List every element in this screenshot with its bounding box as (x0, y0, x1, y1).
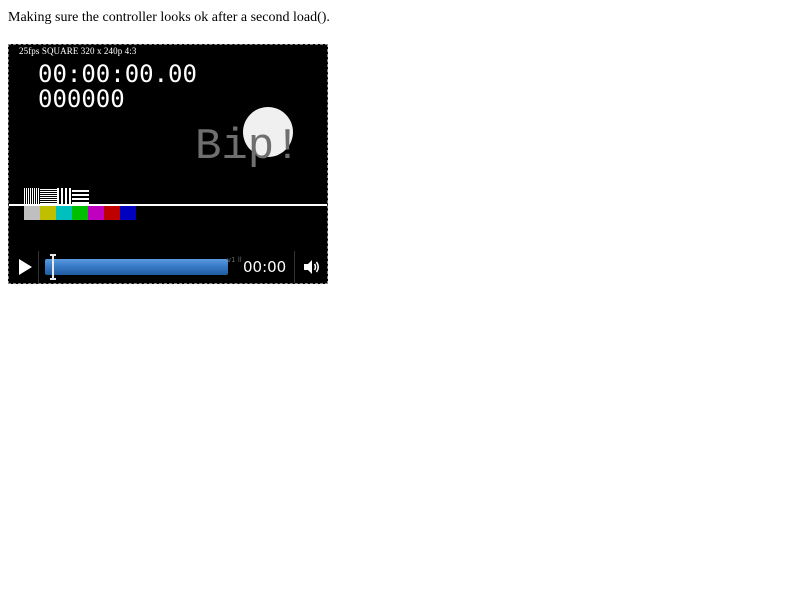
play-icon (18, 259, 32, 275)
play-button[interactable] (9, 251, 39, 283)
color-bar-3 (56, 206, 72, 220)
page-caption: Making sure the controller looks ok afte… (8, 10, 330, 25)
color-bar-2 (40, 206, 56, 220)
color-bar-4 (72, 206, 88, 220)
video-framecount: 000000 (38, 85, 125, 113)
color-bar-6 (104, 206, 120, 220)
time-display: 00:00 (243, 258, 287, 276)
volume-button[interactable] (294, 251, 327, 283)
overlay-text: v1 ll (227, 256, 242, 264)
bip-text: Bip! (195, 122, 301, 172)
vertical-stripe-pattern (24, 188, 40, 204)
video-info-text: 25fps SQUARE 320 x 240p 4:3 (19, 46, 137, 56)
color-bar-1 (24, 206, 40, 220)
timeline-slider[interactable] (45, 259, 228, 275)
color-bar-5 (88, 206, 104, 220)
horizontal-stripe-pattern (40, 188, 57, 204)
color-bars (24, 206, 136, 220)
vertical-stripe-pattern-wide (57, 188, 72, 204)
video-player[interactable]: 25fps SQUARE 320 x 240p 4:3 00:00:00.00 … (8, 44, 328, 284)
speaker-icon (304, 260, 320, 274)
video-timecode: 00:00:00.00 (38, 60, 197, 88)
horizontal-stripe-pattern-wide (72, 188, 89, 204)
color-bar-7 (120, 206, 136, 220)
scrubber-handle[interactable] (50, 254, 56, 280)
video-controls: v1 ll 00:00 (9, 251, 327, 283)
